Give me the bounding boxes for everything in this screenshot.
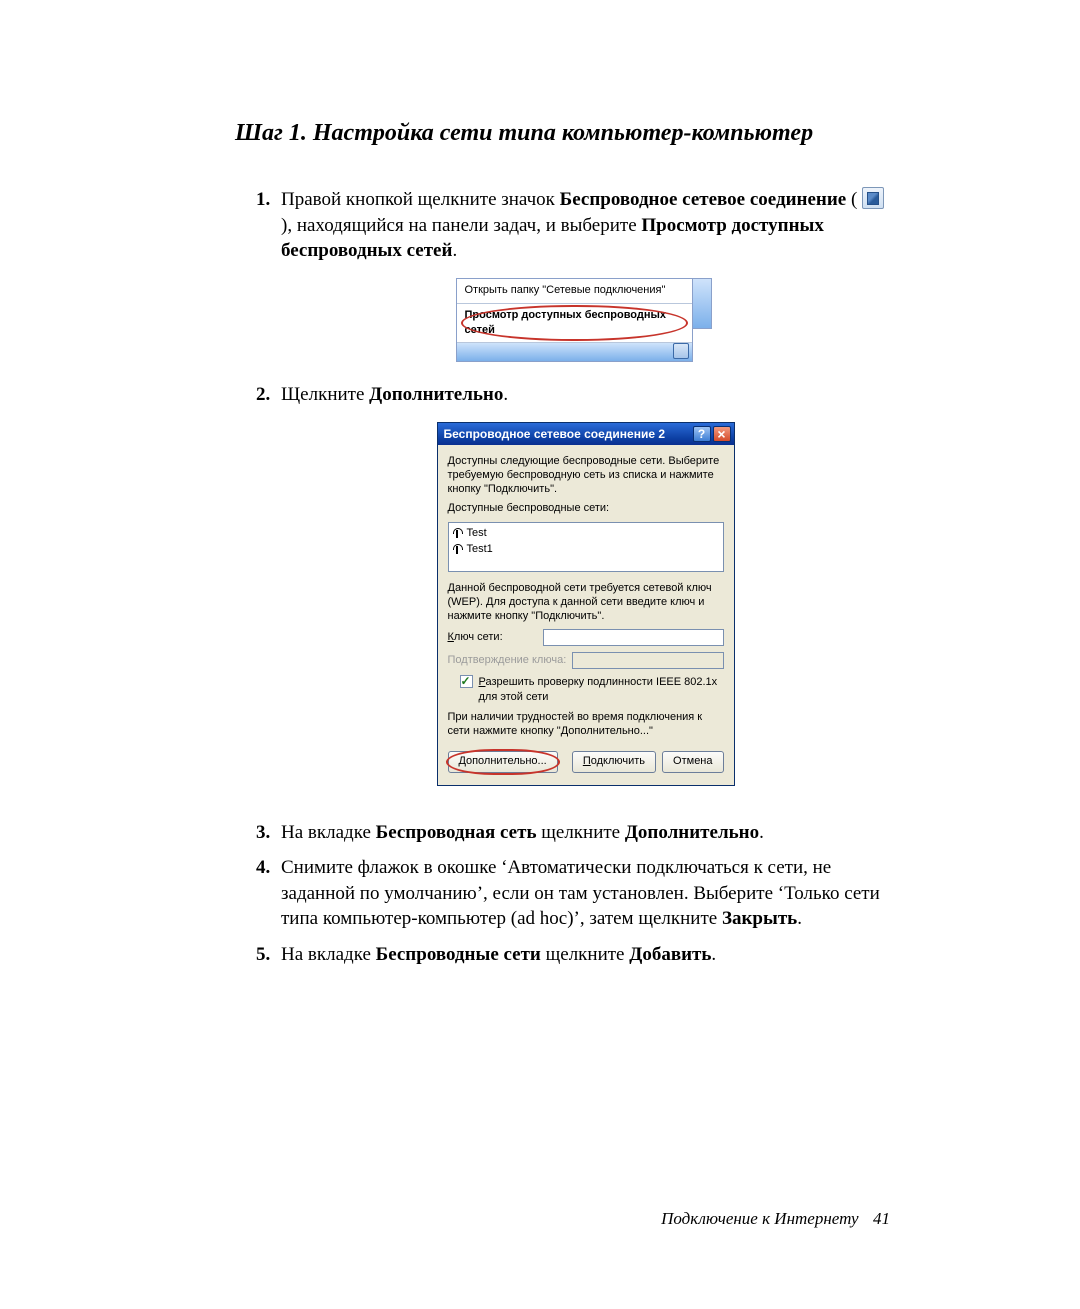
- taskbar-edge: [693, 278, 712, 329]
- instruction-list: Правой кнопкой щелкните значок Беспровод…: [235, 187, 890, 968]
- step-4-text-b: .: [797, 908, 802, 929]
- step-5-text-a: На вкладке: [281, 944, 376, 965]
- taskbar-grip-icon: [673, 343, 689, 359]
- ieee-checkbox-row: Разрешить проверку подлинности IEEE 802.…: [460, 675, 724, 705]
- wireless-tray-icon: [862, 187, 884, 209]
- antenna-icon: [453, 528, 461, 538]
- wep-note: Данной беспроводной сети требуется сетев…: [448, 582, 724, 623]
- confirm-key-label: Подтверждение ключа:: [448, 653, 567, 668]
- network-name: Test: [467, 526, 487, 541]
- network-name: Test1: [467, 542, 493, 557]
- taskbar-strip: [457, 343, 692, 361]
- context-menu-screenshot: Открыть папку "Сетевые подключения" Прос…: [456, 278, 716, 363]
- connect-button-label: одключить: [591, 754, 645, 769]
- advanced-button-label: ополнительно...: [466, 754, 547, 769]
- networks-listbox[interactable]: Test Test1: [448, 522, 724, 572]
- network-item[interactable]: Test1: [453, 541, 719, 557]
- close-icon[interactable]: [713, 426, 731, 442]
- step-1-text-b: (: [846, 189, 862, 210]
- step-1-text-c: ), находящийся на панели задач, и выбери…: [281, 215, 641, 236]
- step-1: Правой кнопкой щелкните значок Беспровод…: [275, 187, 890, 362]
- footer-section: Подключение к Интернету: [661, 1209, 858, 1228]
- context-menu: Открыть папку "Сетевые подключения" Прос…: [456, 278, 693, 363]
- dialog-body: Доступны следующие беспроводные сети. Вы…: [438, 445, 734, 784]
- network-key-input[interactable]: [543, 629, 724, 646]
- troubles-note: При наличии трудностей во время подключе…: [448, 711, 724, 739]
- connect-button[interactable]: Подключить: [572, 751, 656, 773]
- confirm-key-input: [572, 652, 723, 669]
- bold-wireless-conn: Беспроводное сетевое соединение: [560, 189, 847, 210]
- page-number: 41: [873, 1209, 890, 1228]
- antenna-icon: [453, 544, 461, 554]
- manual-page: Шаг 1. Настройка сети типа компьютер-ком…: [0, 0, 1080, 1309]
- network-item[interactable]: Test: [453, 525, 719, 541]
- wireless-dialog-screenshot: Беспроводное сетевое соединение 2 Доступ…: [437, 422, 735, 785]
- confirm-key-row: Подтверждение ключа:: [448, 652, 724, 669]
- step-2-text-b: .: [503, 384, 508, 405]
- bold-tab-wireless: Беспроводная сеть: [376, 822, 537, 843]
- step-3-text-a: На вкладке: [281, 822, 376, 843]
- page-footer: Подключение к Интернету 41: [0, 1209, 890, 1229]
- key-label: Ключ сети:: [448, 630, 503, 645]
- step-5-text-c: .: [711, 944, 716, 965]
- ctx-open-folder-label: Открыть папку "Сетевые подключения": [465, 284, 666, 296]
- advanced-button[interactable]: Дополнительно...: [448, 751, 558, 773]
- ctx-view-networks[interactable]: Просмотр доступных беспроводных сетей: [457, 304, 692, 344]
- step-2: Щелкните Дополнительно. Беспроводное сет…: [275, 382, 890, 785]
- step-5: На вкладке Беспроводные сети щелкните До…: [275, 942, 890, 968]
- step-heading: Шаг 1. Настройка сети типа компьютер-ком…: [235, 120, 890, 147]
- step-1-text-a: Правой кнопкой щелкните значок: [281, 189, 560, 210]
- ctx-open-folder[interactable]: Открыть папку "Сетевые подключения": [457, 279, 692, 304]
- bold-advanced-2: Дополнительно: [625, 822, 759, 843]
- ieee-checkbox[interactable]: [460, 675, 473, 688]
- dialog-button-row: Дополнительно... Подключить Отмена: [448, 751, 724, 773]
- key-field-row: Ключ сети:: [448, 629, 724, 646]
- connect-button-ul: П: [583, 754, 591, 769]
- dialog-intro: Доступны следующие беспроводные сети. Вы…: [448, 455, 724, 496]
- networks-label: Доступные беспроводные сети:: [448, 502, 724, 516]
- step-3-text-c: .: [759, 822, 764, 843]
- step-3: На вкладке Беспроводная сеть щелкните До…: [275, 820, 890, 846]
- ieee-checkbox-label: Разрешить проверку подлинности IEEE 802.…: [479, 675, 724, 705]
- bold-advanced: Дополнительно: [369, 384, 503, 405]
- bold-close: Закрыть: [722, 908, 797, 929]
- dialog-title-text: Беспроводное сетевое соединение 2: [444, 426, 691, 442]
- step-1-text-d: .: [452, 240, 457, 261]
- advanced-button-ul: Д: [459, 754, 466, 769]
- cancel-button[interactable]: Отмена: [662, 751, 723, 773]
- step-2-text-a: Щелкните: [281, 384, 369, 405]
- step-3-text-b: щелкните: [537, 822, 625, 843]
- step-5-text-b: щелкните: [541, 944, 629, 965]
- help-icon[interactable]: [693, 426, 711, 442]
- bold-add: Добавить: [629, 944, 711, 965]
- bold-tab-wireless-nets: Беспроводные сети: [376, 944, 541, 965]
- dialog-titlebar: Беспроводное сетевое соединение 2: [438, 423, 734, 445]
- ctx-view-networks-label: Просмотр доступных беспроводных сетей: [465, 309, 667, 336]
- cancel-button-label: Отмена: [673, 754, 712, 769]
- step-4: Снимите флажок в окошке ‘Автоматически п…: [275, 855, 890, 932]
